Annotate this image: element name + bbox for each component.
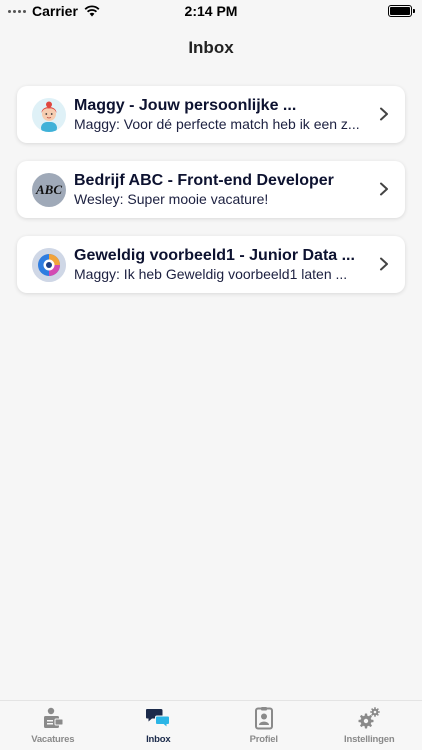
- conversation-list: Maggy - Jouw persoonlijke ... Maggy: Voo…: [17, 86, 405, 311]
- tab-label: Inbox: [146, 734, 171, 745]
- tab-instellingen[interactable]: Instellingen: [317, 701, 422, 750]
- conversation-preview: Maggy: Voor dé perfecte match heb ik een…: [74, 116, 360, 132]
- tab-label: Profiel: [249, 734, 278, 745]
- battery-icon: [388, 5, 415, 17]
- tab-bar: Vacatures Inbox Profiel Instellingen: [0, 700, 422, 750]
- company-avatar: ABC: [32, 172, 66, 207]
- tab-label: Vacatures: [31, 734, 75, 745]
- status-time: 2:14 PM: [184, 3, 238, 19]
- conversation-title: Maggy - Jouw persoonlijke ...: [74, 97, 297, 114]
- tab-inbox[interactable]: Inbox: [106, 701, 212, 750]
- conversation-item-maggy[interactable]: Maggy - Jouw persoonlijke ... Maggy: Voo…: [17, 86, 405, 143]
- chevron-right-icon: [380, 107, 388, 121]
- conversation-item-geweldig-voorbeeld[interactable]: Geweldig voorbeeld1 - Junior Data ... Ma…: [17, 236, 405, 293]
- id-badge-icon: [254, 707, 273, 730]
- conversation-item-bedrijf-abc[interactable]: ABC Bedrijf ABC - Front-end Developer We…: [17, 161, 405, 218]
- tab-profiel[interactable]: Profiel: [211, 701, 317, 750]
- chevron-right-icon: [380, 257, 388, 271]
- tab-label: Instellingen: [344, 734, 395, 745]
- company-logo: [32, 247, 66, 282]
- conversation-title: Bedrijf ABC - Front-end Developer: [74, 172, 334, 189]
- conversation-preview: Wesley: Super mooie vacature!: [74, 191, 269, 207]
- tab-vacatures[interactable]: Vacatures: [0, 701, 106, 750]
- avatar-text: ABC: [35, 181, 62, 197]
- status-bar: Carrier 2:14 PM: [0, 0, 422, 22]
- conversation-title: Geweldig voorbeeld1 - Junior Data ...: [74, 247, 355, 264]
- chat-bubbles-icon: [146, 709, 171, 729]
- vacatures-icon: [43, 707, 64, 728]
- chevron-right-icon: [380, 182, 388, 196]
- maggy-avatar: [32, 97, 66, 132]
- gears-icon: [358, 707, 381, 729]
- conversation-preview: Maggy: Ik heb Geweldig voorbeeld1 laten …: [74, 266, 348, 282]
- page-title: Inbox: [188, 38, 234, 57]
